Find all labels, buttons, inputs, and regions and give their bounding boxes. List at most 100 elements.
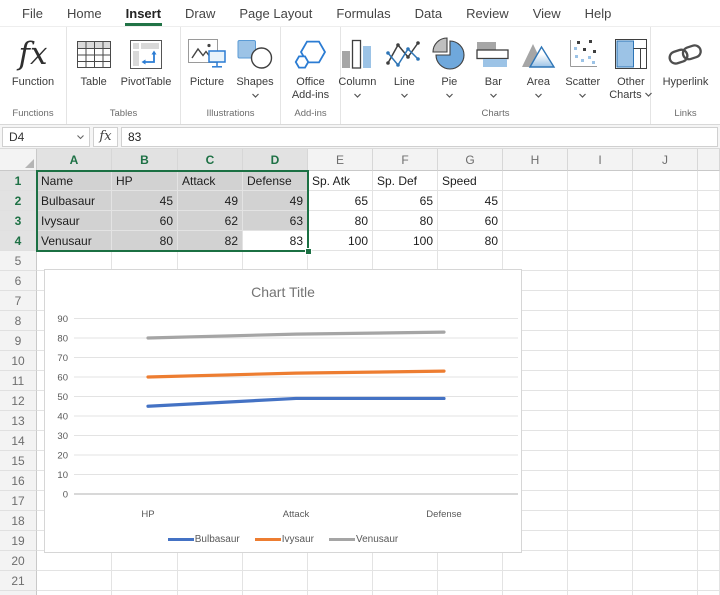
ribbon-item-pie[interactable]: Pie bbox=[431, 32, 467, 99]
cell-I4[interactable] bbox=[568, 231, 633, 251]
ribbon-item-scatter[interactable]: Scatter bbox=[564, 32, 601, 99]
cell-K15[interactable] bbox=[698, 451, 720, 471]
cell-J17[interactable] bbox=[633, 491, 698, 511]
cell-K6[interactable] bbox=[698, 271, 720, 291]
cell-J13[interactable] bbox=[633, 411, 698, 431]
cell-E3[interactable]: 80 bbox=[308, 211, 373, 231]
ribbon-item-column[interactable]: Column bbox=[337, 32, 377, 99]
row-header-15[interactable]: 15 bbox=[0, 451, 37, 471]
tab-insert[interactable]: Insert bbox=[114, 0, 173, 26]
cell-K18[interactable] bbox=[698, 511, 720, 531]
row-header-9[interactable]: 9 bbox=[0, 331, 37, 351]
cell-I14[interactable] bbox=[568, 431, 633, 451]
row-header-1[interactable]: 1 bbox=[0, 171, 37, 191]
cell-I16[interactable] bbox=[568, 471, 633, 491]
cell-B4[interactable]: 80 bbox=[112, 231, 178, 251]
cell-G22[interactable] bbox=[438, 591, 503, 595]
tab-review[interactable]: Review bbox=[454, 0, 521, 26]
ribbon-item-other-charts[interactable]: OtherCharts bbox=[608, 32, 653, 102]
cell-C3[interactable]: 62 bbox=[178, 211, 243, 231]
tab-file[interactable]: File bbox=[10, 0, 55, 26]
cell-F4[interactable]: 100 bbox=[373, 231, 438, 251]
cell-B5[interactable] bbox=[112, 251, 178, 271]
cell-K1[interactable] bbox=[698, 171, 720, 191]
column-header-I[interactable]: I bbox=[568, 149, 633, 171]
cell-I21[interactable] bbox=[568, 571, 633, 591]
ribbon-item-line[interactable]: Line bbox=[384, 32, 424, 99]
cell-H5[interactable] bbox=[503, 251, 568, 271]
cell-K17[interactable] bbox=[698, 491, 720, 511]
cell-H21[interactable] bbox=[503, 571, 568, 591]
cell-D1[interactable]: Defense bbox=[243, 171, 308, 191]
row-header-4[interactable]: 4 bbox=[0, 231, 37, 251]
cell-J10[interactable] bbox=[633, 351, 698, 371]
column-header-J[interactable]: J bbox=[633, 149, 698, 171]
ribbon-item-function[interactable]: fxFunction bbox=[11, 32, 55, 89]
cell-F5[interactable] bbox=[373, 251, 438, 271]
cell-F22[interactable] bbox=[373, 591, 438, 595]
cell-I5[interactable] bbox=[568, 251, 633, 271]
row-header-2[interactable]: 2 bbox=[0, 191, 37, 211]
cell-E21[interactable] bbox=[308, 571, 373, 591]
cell-D22[interactable] bbox=[243, 591, 308, 595]
cell-C22[interactable] bbox=[178, 591, 243, 595]
cell-K9[interactable] bbox=[698, 331, 720, 351]
cell-J4[interactable] bbox=[633, 231, 698, 251]
cell-I7[interactable] bbox=[568, 291, 633, 311]
cell-J18[interactable] bbox=[633, 511, 698, 531]
tab-home[interactable]: Home bbox=[55, 0, 114, 26]
cell-K13[interactable] bbox=[698, 411, 720, 431]
cell-E1[interactable]: Sp. Atk bbox=[308, 171, 373, 191]
cell-F3[interactable]: 80 bbox=[373, 211, 438, 231]
cell-F21[interactable] bbox=[373, 571, 438, 591]
cell-J7[interactable] bbox=[633, 291, 698, 311]
cell-B3[interactable]: 60 bbox=[112, 211, 178, 231]
ribbon-item-area[interactable]: Area bbox=[519, 32, 557, 99]
cell-A2[interactable]: Bulbasaur bbox=[37, 191, 112, 211]
cell-D5[interactable] bbox=[243, 251, 308, 271]
row-header-13[interactable]: 13 bbox=[0, 411, 37, 431]
ribbon-item-hyperlink[interactable]: Hyperlink bbox=[662, 32, 710, 89]
ribbon-item-office-add-ins[interactable]: OfficeAdd-ins bbox=[291, 32, 330, 102]
cell-J9[interactable] bbox=[633, 331, 698, 351]
cell-K16[interactable] bbox=[698, 471, 720, 491]
column-header-E[interactable]: E bbox=[308, 149, 373, 171]
ribbon-item-pivottable[interactable]: PivotTable bbox=[120, 32, 173, 89]
cell-C21[interactable] bbox=[178, 571, 243, 591]
cell-J11[interactable] bbox=[633, 371, 698, 391]
cell-K22[interactable] bbox=[698, 591, 720, 595]
cell-I17[interactable] bbox=[568, 491, 633, 511]
cell-E5[interactable] bbox=[308, 251, 373, 271]
fx-button[interactable]: fx bbox=[93, 127, 118, 147]
cell-K11[interactable] bbox=[698, 371, 720, 391]
cell-A1[interactable]: Name bbox=[37, 171, 112, 191]
cell-G4[interactable]: 80 bbox=[438, 231, 503, 251]
cell-K20[interactable] bbox=[698, 551, 720, 571]
row-header-22[interactable]: 22 bbox=[0, 591, 37, 595]
column-header-k[interactable] bbox=[698, 149, 720, 171]
cell-B21[interactable] bbox=[112, 571, 178, 591]
cell-I20[interactable] bbox=[568, 551, 633, 571]
cell-K14[interactable] bbox=[698, 431, 720, 451]
cell-J21[interactable] bbox=[633, 571, 698, 591]
tab-help[interactable]: Help bbox=[573, 0, 624, 26]
cell-J8[interactable] bbox=[633, 311, 698, 331]
cell-K7[interactable] bbox=[698, 291, 720, 311]
ribbon-item-bar[interactable]: Bar bbox=[474, 32, 512, 99]
cell-J2[interactable] bbox=[633, 191, 698, 211]
column-header-A[interactable]: A bbox=[37, 149, 112, 171]
cell-E2[interactable]: 65 bbox=[308, 191, 373, 211]
cell-K19[interactable] bbox=[698, 531, 720, 551]
column-header-C[interactable]: C bbox=[178, 149, 243, 171]
cell-G21[interactable] bbox=[438, 571, 503, 591]
fill-handle[interactable] bbox=[305, 248, 312, 255]
cell-F2[interactable]: 65 bbox=[373, 191, 438, 211]
cell-B22[interactable] bbox=[112, 591, 178, 595]
ribbon-item-table[interactable]: Table bbox=[75, 32, 113, 89]
row-header-14[interactable]: 14 bbox=[0, 431, 37, 451]
cell-K8[interactable] bbox=[698, 311, 720, 331]
cell-I11[interactable] bbox=[568, 371, 633, 391]
formula-input[interactable]: 83 bbox=[121, 127, 718, 147]
cell-J12[interactable] bbox=[633, 391, 698, 411]
row-header-21[interactable]: 21 bbox=[0, 571, 37, 591]
